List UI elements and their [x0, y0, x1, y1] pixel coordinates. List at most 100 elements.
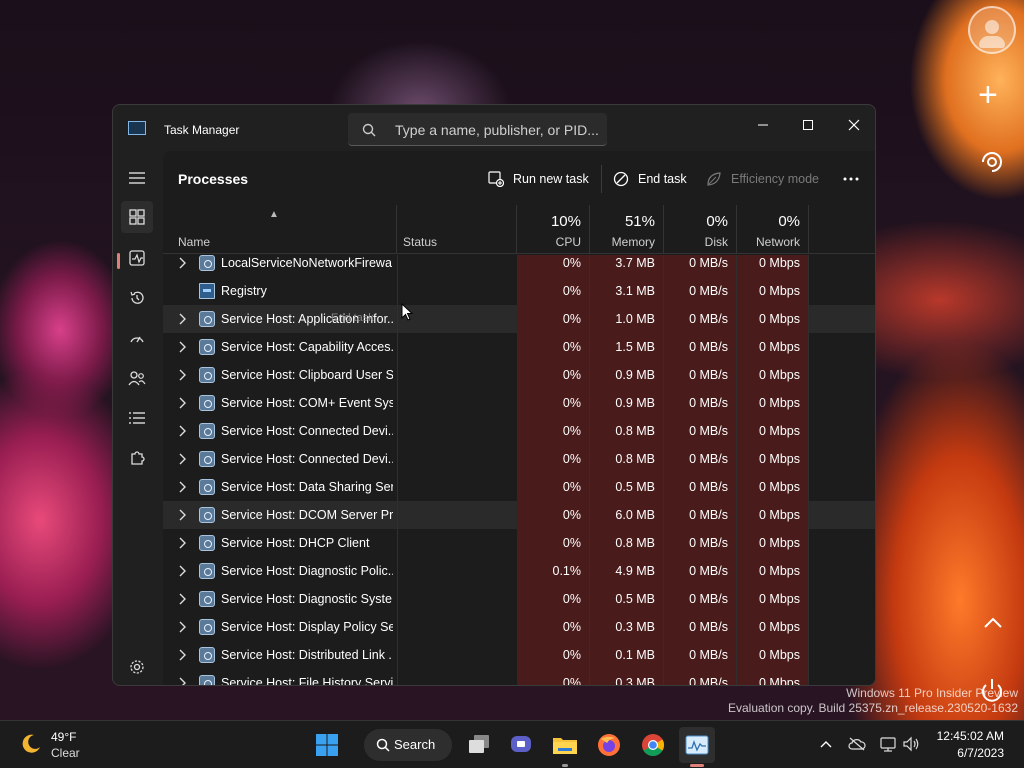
column-status-label: Status [403, 235, 438, 249]
process-disk: 0 MB/s [664, 445, 737, 473]
process-row[interactable]: Registry 0% 3.1 MB 0 MB/s 0 Mbps [163, 277, 875, 305]
process-row[interactable]: Service Host: DCOM Server Pr... 0% 6.0 MB 0… [163, 501, 875, 529]
process-row[interactable]: Service Host: Connected Devi... 0% 0.8 MB 0… [163, 445, 875, 473]
chevron-right-icon[interactable] [177, 509, 187, 521]
process-row[interactable]: Service Host: Diagnostic Polic... 0.1% 4.9… [163, 557, 875, 585]
chevron-right-icon[interactable] [177, 565, 187, 577]
rotate-icon[interactable] [978, 148, 1006, 176]
task-view-button[interactable] [461, 727, 497, 763]
chevron-right-icon[interactable] [177, 425, 187, 437]
sidebar-item-startup-apps[interactable] [121, 322, 153, 354]
chat-button[interactable] [503, 727, 539, 763]
process-cpu: 0% [517, 277, 590, 305]
chevron-right-icon[interactable] [177, 677, 187, 686]
process-row[interactable]: Service Host: Diagnostic Syste... 0% 0.5 M… [163, 585, 875, 613]
processes-icon [129, 209, 145, 225]
user-avatar-widget[interactable] [968, 6, 1016, 54]
chevron-right-icon[interactable] [177, 369, 187, 381]
process-network: 0 Mbps [737, 473, 809, 501]
column-divider [397, 585, 398, 613]
show-hidden-icons-button[interactable] [817, 735, 835, 753]
chrome-button[interactable] [635, 727, 671, 763]
column-divider [397, 277, 398, 305]
chevron-right-icon[interactable] [177, 313, 187, 325]
column-divider [397, 613, 398, 641]
add-icon[interactable]: + [978, 78, 998, 112]
process-row[interactable]: LocalServiceNoNetworkFirewa... 0% 3.7 MB 0 … [163, 255, 875, 277]
process-row[interactable]: Service Host: DHCP Client 0% 0.8 MB 0 MB/s 0… [163, 529, 875, 557]
chevron-up-icon[interactable] [982, 612, 1004, 634]
task-manager-taskbar-button[interactable] [679, 727, 715, 763]
sidebar-item-processes[interactable] [121, 201, 153, 233]
firefox-button[interactable] [591, 727, 627, 763]
sidebar-item-app-history[interactable] [121, 282, 153, 314]
leaf-icon [707, 172, 721, 186]
service-icon [199, 367, 215, 383]
network-button[interactable] [880, 735, 898, 753]
process-row[interactable]: Service Host: Data Sharing Ser... 0% 0.5 M… [163, 473, 875, 501]
service-icon [199, 395, 215, 411]
chevron-right-icon[interactable] [177, 537, 187, 549]
process-cpu: 0% [517, 473, 590, 501]
process-memory: 6.0 MB [590, 501, 664, 529]
process-memory: 3.7 MB [590, 255, 664, 277]
more-options-button[interactable] [843, 167, 868, 191]
file-explorer-button[interactable] [547, 727, 583, 763]
column-header-name[interactable]: ▲ Name [163, 205, 397, 254]
chevron-right-icon[interactable] [177, 257, 187, 269]
efficiency-mode-button[interactable]: Efficiency mode [706, 167, 819, 191]
process-row[interactable]: Service Host: File History Servi... 0% 0.3… [163, 669, 875, 686]
process-memory: 0.8 MB [590, 417, 664, 445]
chevron-right-icon[interactable] [177, 453, 187, 465]
file-explorer-running-indicator [562, 764, 568, 767]
sidebar-menu-toggle[interactable] [121, 162, 153, 194]
column-header-status[interactable]: Status [397, 205, 517, 254]
run-task-icon [488, 171, 504, 187]
column-divider [397, 473, 398, 501]
mouse-cursor-icon [401, 303, 413, 321]
process-memory: 0.3 MB [590, 669, 664, 685]
process-row[interactable]: Service Host: Connected Devi... 0% 0.8 MB 0… [163, 417, 875, 445]
sidebar-item-details[interactable] [121, 402, 153, 434]
chevron-right-icon[interactable] [177, 593, 187, 605]
service-icon [199, 675, 215, 685]
chevron-right-icon[interactable] [177, 341, 187, 353]
maximize-button[interactable] [793, 111, 823, 139]
taskbar-search-button[interactable]: Search [364, 729, 452, 761]
search-icon [362, 123, 376, 137]
search-box[interactable]: Type a name, publisher, or PID... [348, 113, 607, 146]
close-button[interactable] [839, 111, 869, 139]
cloud-offline-icon [848, 737, 866, 751]
chevron-right-icon[interactable] [177, 397, 187, 409]
chevron-right-icon[interactable] [177, 481, 187, 493]
service-icon [199, 311, 215, 327]
process-disk: 0 MB/s [664, 305, 737, 333]
column-header-network[interactable]: 0% Network [737, 205, 809, 254]
sidebar-item-services[interactable] [121, 442, 153, 474]
column-divider [397, 529, 398, 557]
process-row[interactable]: Service Host: Application Infor... 0% 1.0 … [163, 305, 875, 333]
column-header-memory[interactable]: 51% Memory [590, 205, 664, 254]
process-row[interactable]: Service Host: COM+ Event Sys... 0% 0.9 MB 0… [163, 389, 875, 417]
process-row[interactable]: Service Host: Capability Acces... 0% 1.5 M… [163, 333, 875, 361]
title-bar[interactable]: Task Manager Type a name, publisher, or … [113, 105, 875, 151]
onedrive-button[interactable] [848, 735, 866, 753]
sidebar-item-performance[interactable] [121, 242, 153, 274]
minimize-button[interactable] [748, 111, 778, 139]
chevron-right-icon[interactable] [177, 621, 187, 633]
chevron-right-icon[interactable] [177, 649, 187, 661]
process-row[interactable]: Service Host: Distributed Link ... 0% 0.1 … [163, 641, 875, 669]
process-name: Service Host: Clipboard User S... [221, 368, 393, 382]
column-header-cpu[interactable]: 10% CPU [517, 205, 590, 254]
volume-button[interactable] [903, 735, 921, 753]
process-memory: 0.9 MB [590, 361, 664, 389]
start-button[interactable] [309, 727, 345, 763]
sidebar-item-users[interactable] [121, 362, 153, 394]
process-disk: 0 MB/s [664, 529, 737, 557]
run-new-task-button[interactable]: Run new task [488, 167, 589, 191]
end-task-button[interactable]: End task [613, 167, 687, 191]
column-header-disk[interactable]: 0% Disk [664, 205, 737, 254]
process-row[interactable]: Service Host: Display Policy Se... 0% 0.3 … [163, 613, 875, 641]
sidebar-item-settings[interactable] [121, 651, 153, 683]
process-row[interactable]: Service Host: Clipboard User S... 0% 0.9 M… [163, 361, 875, 389]
